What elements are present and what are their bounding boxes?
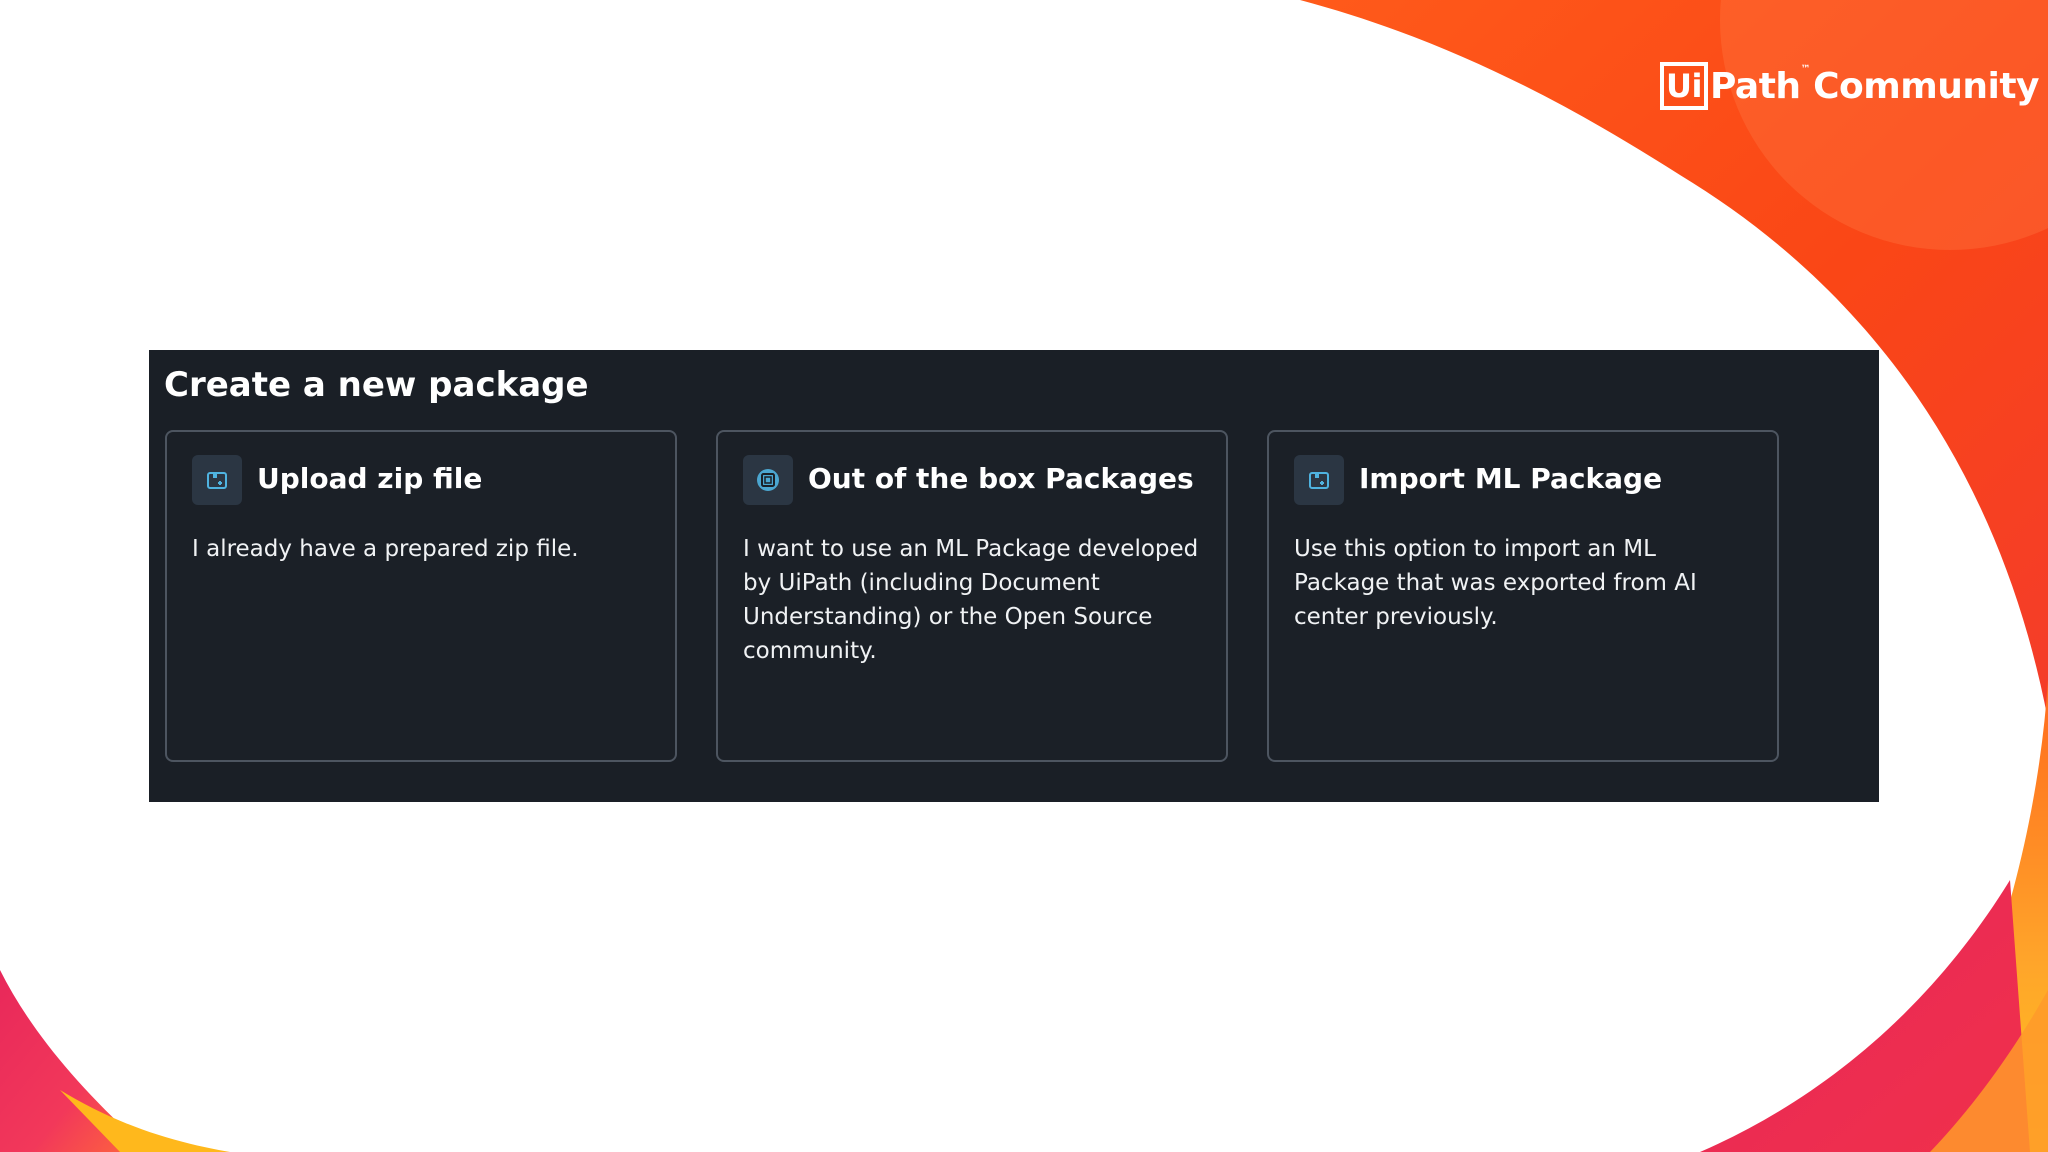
logo-ui-box: Ui xyxy=(1660,62,1708,110)
out-of-the-box-packages-card[interactable]: Out of the box Packages I want to use an… xyxy=(716,430,1228,762)
package-icon xyxy=(1294,455,1344,505)
logo-path-text: Path xyxy=(1710,65,1801,107)
create-package-panel: Create a new package Upload zip file I a… xyxy=(149,350,1879,802)
card-description: I already have a prepared zip file. xyxy=(192,536,579,562)
card-title: Out of the box Packages xyxy=(808,462,1194,495)
upload-zip-file-card[interactable]: Upload zip file I already have a prepare… xyxy=(165,430,677,762)
card-description: I want to use an ML Package developed by… xyxy=(743,536,1199,664)
card-description: Use this option to import an ML Package … xyxy=(1294,536,1697,630)
card-title: Upload zip file xyxy=(257,462,483,495)
panel-title: Create a new package xyxy=(164,365,589,405)
card-title: Import ML Package xyxy=(1359,462,1663,495)
package-icon xyxy=(192,455,242,505)
logo-community-text: Community xyxy=(1813,65,2040,107)
ml-package-icon xyxy=(743,455,793,505)
logo-trademark: ™ xyxy=(1800,64,1811,75)
import-ml-package-card[interactable]: Import ML Package Use this option to imp… xyxy=(1267,430,1779,762)
uipath-community-logo: Ui Path ™ Community xyxy=(1660,62,2040,110)
